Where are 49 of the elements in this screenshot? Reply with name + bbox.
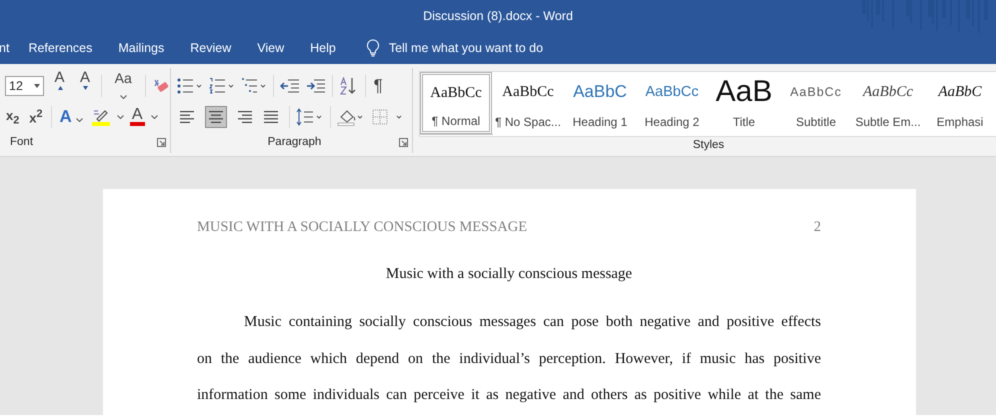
grow-font-button[interactable]: A xyxy=(50,69,70,103)
chevron-down-icon xyxy=(120,95,127,99)
superscript-button[interactable]: x$^{2}$ xyxy=(27,108,45,126)
up-triangle-icon xyxy=(58,86,63,90)
document-title: Music with a socially conscious message xyxy=(386,266,632,282)
window-title: Discussion (8).docx - Word xyxy=(423,9,573,23)
font-size-dropdown[interactable]: 12 xyxy=(5,76,44,96)
font-color-button[interactable]: A xyxy=(130,108,145,126)
show-formatting-button[interactable]: ¶ xyxy=(372,76,385,96)
text-align-icon xyxy=(236,110,252,124)
dialog-launcher-icon[interactable] xyxy=(399,138,408,146)
subscript-button[interactable]: x$_{2}$ xyxy=(4,108,22,126)
tell-me-search[interactable]: Tell me what you want to do xyxy=(366,39,589,57)
ribbon-tab[interactable]: Mailings xyxy=(118,37,164,59)
down-triangle-icon xyxy=(82,86,88,90)
group-label: Font xyxy=(10,136,34,148)
numbered-list-icon[interactable] xyxy=(208,77,235,95)
ribbon-tab[interactable]: References xyxy=(28,37,92,59)
eraser-icon[interactable] xyxy=(152,77,170,95)
chevron-down-icon[interactable] xyxy=(116,115,124,119)
body-paragraph: Music containing socially conscious messages can pose both negative and positive effects on the audience which depend on the individual’s perception. However, if music has positive information some individuals can perceive it as negative and others as positive while at the same xyxy=(197,313,821,405)
shrink-font-button[interactable]: A xyxy=(75,69,95,103)
text-effects-button[interactable]: A xyxy=(58,107,85,127)
ribbon-tab[interactable]: Help xyxy=(310,37,336,59)
ribbon-tab[interactable]: nt xyxy=(0,37,10,59)
paint-bucket-icon[interactable] xyxy=(336,108,365,126)
highlighter-icon[interactable] xyxy=(90,108,111,126)
increase-indent-icon[interactable] xyxy=(306,77,326,95)
ribbon-tab[interactable]: View xyxy=(257,37,284,59)
chevron-down-icon[interactable] xyxy=(150,115,158,119)
bullet-list-icon[interactable] xyxy=(176,77,203,95)
decrease-indent-icon[interactable] xyxy=(280,77,300,95)
multilevel-list-icon[interactable] xyxy=(240,77,267,95)
lightbulb-icon xyxy=(366,39,380,57)
ribbon-tab[interactable]: Review xyxy=(190,37,232,59)
dialog-launcher-icon[interactable] xyxy=(156,138,166,146)
dropdown-arrow-icon xyxy=(34,84,40,88)
style-gallery-item[interactable]: AaBbCc ¶ Normal xyxy=(420,72,492,134)
group-label: Styles xyxy=(692,139,724,151)
text-align-icon xyxy=(264,110,280,124)
line-spacing-icon[interactable] xyxy=(296,108,324,126)
chevron-down-icon xyxy=(76,118,83,122)
text-align-icon xyxy=(208,110,224,124)
page-number: 2 xyxy=(814,219,821,236)
align-button[interactable] xyxy=(204,106,227,128)
change-case-button[interactable]: Aa xyxy=(108,70,139,102)
text-align-icon xyxy=(180,110,196,124)
group-label: Paragraph xyxy=(268,136,322,148)
running-header: MUSIC WITH A SOCIALLY CONSCIOUS MESSAGE xyxy=(197,219,528,236)
